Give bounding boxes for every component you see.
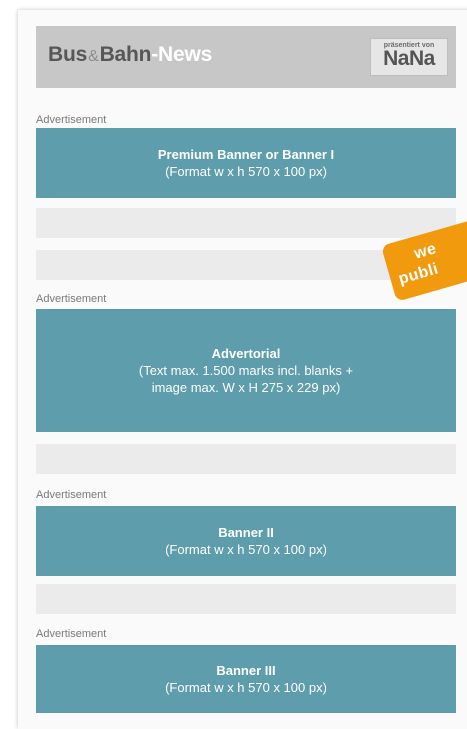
- content-placeholder-1: [36, 208, 456, 238]
- brand-bahn: Bahn: [99, 43, 152, 66]
- brand-news: -News: [151, 43, 213, 66]
- ad-label-3: Advertisement: [36, 489, 107, 501]
- banner-title: Premium Banner or Banner I: [157, 147, 335, 162]
- advertorial-banner[interactable]: Advertorial (Text max. 1.500 marks incl.…: [36, 309, 456, 432]
- content-placeholder-3: [36, 444, 456, 474]
- ad-label-1: Advertisement: [36, 114, 107, 126]
- banner-title: Banner II: [218, 525, 274, 540]
- banner-desc: (Text max. 1.500 marks incl. blanks +: [138, 363, 354, 378]
- banner-desc: (Format w x h 570 x 100 px): [165, 164, 327, 179]
- brand-logo[interactable]: Bus&Bahn-News: [48, 43, 212, 67]
- banner-title: Advertorial: [211, 346, 281, 361]
- page: Bus&Bahn-News präsentiert von NaNa Adver…: [0, 0, 467, 729]
- ad-label-4: Advertisement: [36, 628, 107, 640]
- banner-ii[interactable]: Banner II (Format w x h 570 x 100 px): [36, 506, 456, 576]
- content-placeholder-4: [36, 584, 456, 614]
- site-header: Bus&Bahn-News präsentiert von NaNa: [36, 26, 456, 88]
- brand-ampersand: &: [88, 48, 99, 65]
- brand-bus: Bus: [48, 43, 88, 66]
- ad-label-2: Advertisement: [36, 293, 107, 305]
- sponsor-name: NaNa: [383, 47, 435, 70]
- banner-desc-line2: image max. W x H 275 x 229 px): [151, 380, 341, 395]
- banner-desc: (Format w x h 570 x 100 px): [165, 680, 327, 695]
- banner-desc: (Format w x h 570 x 100 px): [165, 542, 327, 557]
- premium-banner[interactable]: Premium Banner or Banner I (Format w x h…: [36, 128, 456, 198]
- banner-iii[interactable]: Banner III (Format w x h 570 x 100 px): [36, 645, 456, 713]
- sponsor-logo[interactable]: präsentiert von NaNa: [370, 38, 448, 76]
- banner-title: Banner III: [216, 663, 276, 678]
